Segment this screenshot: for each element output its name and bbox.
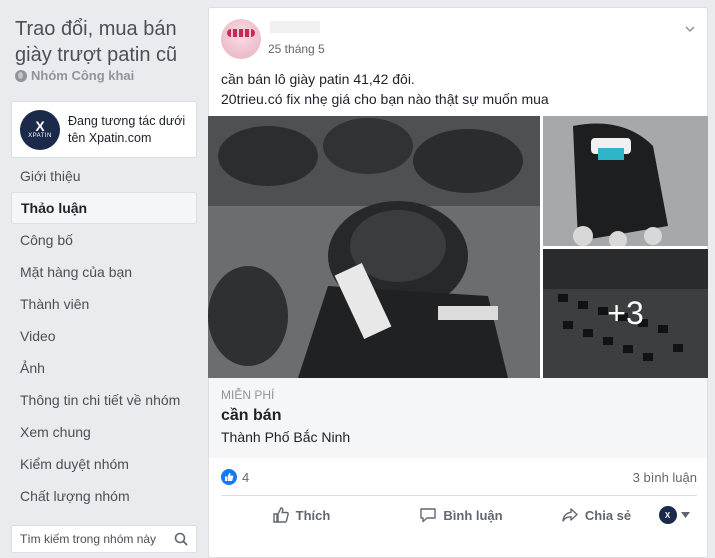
comments-count[interactable]: 3 bình luận: [633, 470, 697, 485]
author-name-redacted[interactable]: [270, 21, 320, 33]
page-selector[interactable]: X: [651, 506, 697, 524]
nav-item-videos[interactable]: Video: [11, 320, 197, 352]
thumbs-up-icon: [272, 507, 289, 523]
actions-divider: [221, 495, 697, 496]
nav-item-group-quality[interactable]: Chất lượng nhóm: [11, 480, 197, 512]
acting-as-card[interactable]: X XPATIN Đang tương tác dưới tên Xpatin.…: [11, 101, 197, 158]
share-arrow-icon: [562, 508, 578, 522]
search-icon[interactable]: [170, 528, 192, 550]
like-label: Thích: [295, 507, 331, 523]
share-label: Chia sẻ: [584, 507, 632, 523]
photo-skate-closeup[interactable]: [543, 116, 708, 246]
author-avatar[interactable]: [221, 19, 261, 59]
post-body: cần bán lô giày patin 41,42 đôi. 20trieu…: [221, 69, 549, 109]
group-privacy-label: Nhóm Công khai: [31, 68, 135, 83]
photo-skate-rows[interactable]: +3: [543, 249, 708, 378]
comment-bubble-icon: [420, 508, 437, 523]
nav-item-watch-party[interactable]: Xem chung: [11, 416, 197, 448]
photo-grid: +3: [208, 116, 708, 378]
comment-button[interactable]: Bình luận: [381, 506, 541, 524]
caret-down-icon: [680, 512, 690, 518]
reactions-summary[interactable]: 4: [221, 469, 249, 485]
share-button[interactable]: Chia sẻ: [541, 506, 651, 524]
comment-label: Bình luận: [443, 507, 503, 523]
post-text-line: 20trieu.có fix nhẹ giá cho bạn nào thật …: [221, 91, 549, 107]
post-actions: Thích Bình luận Chia sẻ X: [221, 498, 697, 532]
nav-item-moderation[interactable]: Kiểm duyệt nhóm: [11, 448, 197, 480]
more-photos-overlay[interactable]: +3: [543, 249, 708, 378]
like-button[interactable]: Thích: [221, 506, 381, 524]
listing-location: Thành Phố Bắc Ninh: [221, 429, 351, 445]
xpatin-logo: X XPATIN: [20, 109, 60, 150]
nav-item-about[interactable]: Giới thiệu: [11, 160, 197, 192]
group-search: [11, 525, 197, 553]
listing-title: cần bán: [221, 407, 282, 424]
post-text-line: cần bán lô giày patin 41,42 đôi.: [221, 71, 415, 87]
post-timestamp[interactable]: 25 tháng 5: [268, 42, 325, 56]
group-nav: Giới thiệu Thảo luận Công bố Mặt hàng củ…: [11, 160, 197, 512]
group-sidebar: Trao đổi, mua bán giày trượt patin cũ Nh…: [0, 0, 205, 558]
xpatin-page-avatar: X: [658, 506, 677, 524]
nav-item-members[interactable]: Thành viên: [11, 288, 197, 320]
photo-main[interactable]: [208, 116, 540, 378]
acting-as-text: Đang tương tác dưới tên Xpatin.com: [68, 113, 186, 145]
group-title[interactable]: Trao đổi, mua bán giày trượt patin cũ: [15, 16, 200, 68]
chevron-down-icon[interactable]: [684, 22, 696, 34]
post-card: 25 tháng 5 cần bán lô giày patin 41,42 đ…: [208, 7, 708, 558]
sale-listing[interactable]: MIỄN PHÍ cần bán Thành Phố Bắc Ninh: [209, 378, 707, 458]
group-search-input[interactable]: [20, 532, 170, 546]
nav-item-your-items[interactable]: Mặt hàng của bạn: [11, 256, 197, 288]
post-stats: 4 3 bình luận: [221, 462, 697, 492]
globe-icon: [15, 69, 27, 82]
nav-item-announcements[interactable]: Công bố: [11, 224, 197, 256]
like-reaction-icon: [221, 469, 237, 485]
nav-item-photos[interactable]: Ảnh: [11, 352, 197, 384]
group-privacy: Nhóm Công khai: [15, 68, 134, 83]
reactions-count: 4: [242, 469, 250, 485]
listing-price: MIỄN PHÍ: [221, 388, 275, 402]
nav-item-group-insights[interactable]: Thông tin chi tiết về nhóm: [11, 384, 197, 416]
nav-item-discussion[interactable]: Thảo luận: [11, 192, 197, 224]
